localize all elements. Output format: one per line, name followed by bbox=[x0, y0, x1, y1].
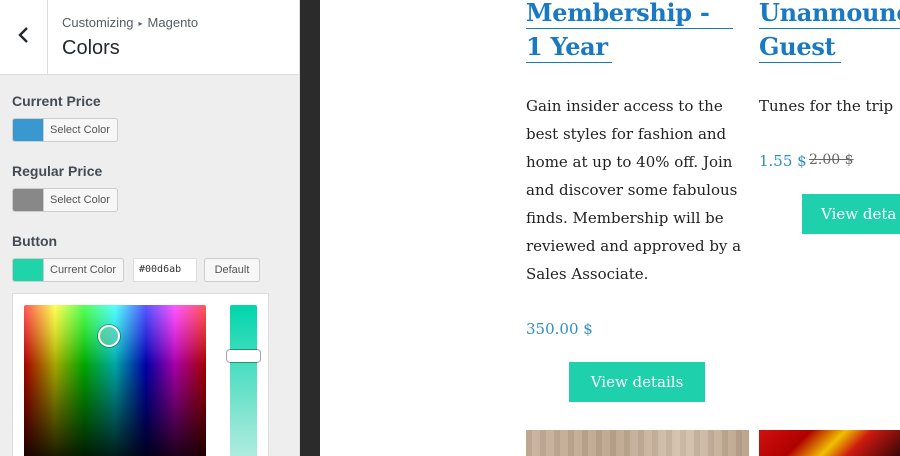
view-details-button[interactable]: View details bbox=[569, 362, 705, 402]
breadcrumb: Customizing ▸ Magento bbox=[62, 15, 198, 30]
hue-slider-handle[interactable] bbox=[227, 350, 260, 362]
product-title-membership[interactable]: Membership - 1 Year bbox=[526, 0, 710, 64]
current-price-label: Current Price bbox=[12, 93, 101, 109]
product-title-line: Guest bbox=[759, 32, 836, 61]
product-price: 350.00 $ bbox=[526, 320, 593, 338]
panel-title: Colors bbox=[62, 37, 120, 59]
title-underline bbox=[759, 28, 900, 29]
product-title-line: 1 Year bbox=[526, 32, 608, 61]
saturation-value-area[interactable] bbox=[24, 305, 206, 456]
hex-color-input[interactable]: #00d6ab bbox=[133, 258, 197, 282]
title-underline bbox=[759, 62, 841, 63]
button-current-color-label: Current Color bbox=[50, 264, 117, 276]
regular-price-color-button[interactable]: Select Color bbox=[12, 188, 118, 212]
breadcrumb-root: Customizing bbox=[62, 15, 134, 30]
regular-price-button-label: Select Color bbox=[50, 194, 110, 206]
hue-slider[interactable] bbox=[227, 305, 260, 456]
product-image[interactable] bbox=[526, 430, 749, 456]
product-description: Tunes for the trip bbox=[759, 97, 894, 115]
color-picker bbox=[12, 293, 269, 456]
customizer-panel: Customizing ▸ Magento Colors Current Price… bbox=[0, 0, 300, 456]
regular-price-label: Regular Price bbox=[12, 163, 103, 179]
color-picker-handle[interactable] bbox=[98, 325, 120, 347]
button-color-swatch bbox=[13, 259, 44, 281]
breadcrumb-section: Magento bbox=[147, 15, 199, 30]
title-underline bbox=[526, 28, 733, 29]
product-old-price: 2.00 $ bbox=[809, 152, 854, 168]
panel-divider bbox=[300, 0, 320, 456]
back-button[interactable] bbox=[0, 0, 48, 75]
title-underline bbox=[526, 62, 612, 63]
current-price-swatch bbox=[13, 119, 44, 141]
panel-header: Customizing ▸ Magento Colors bbox=[0, 0, 299, 75]
default-button[interactable]: Default bbox=[204, 258, 260, 282]
button-current-color-button[interactable]: Current Color bbox=[12, 258, 125, 282]
chevron-left-icon bbox=[17, 26, 31, 49]
product-description: Gain insider access to the best styles f… bbox=[526, 97, 742, 283]
store-preview: Membership - 1 Year Unannounc Guest Gain… bbox=[320, 0, 900, 456]
current-price-button-label: Select Color bbox=[50, 124, 110, 136]
current-price-color-button[interactable]: Select Color bbox=[12, 118, 118, 142]
product-price: 1.55 $ bbox=[759, 152, 807, 170]
product-title-unannounced[interactable]: Unannounc Guest bbox=[759, 0, 900, 64]
view-details-button[interactable]: View deta bbox=[802, 194, 900, 234]
regular-price-swatch bbox=[13, 189, 44, 211]
product-image[interactable] bbox=[759, 430, 900, 456]
product-title-line: Unannounc bbox=[759, 0, 900, 27]
product-title-line: Membership - bbox=[526, 0, 710, 27]
button-color-label: Button bbox=[12, 233, 58, 249]
breadcrumb-separator-icon: ▸ bbox=[138, 19, 143, 28]
